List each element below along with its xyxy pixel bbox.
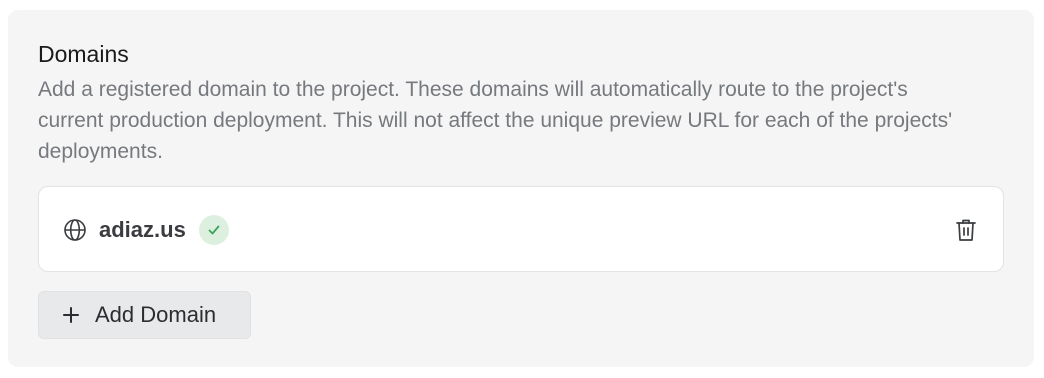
plus-icon	[61, 305, 81, 325]
add-domain-button[interactable]: Add Domain	[38, 291, 251, 339]
section-description: Add a registered domain to the project. …	[38, 78, 953, 163]
delete-domain-button[interactable]	[953, 217, 979, 243]
section-title: Domains	[38, 41, 129, 67]
domains-card: Domains Add a registered domain to the p…	[8, 10, 1034, 367]
domain-row: adiaz.us	[38, 186, 1004, 272]
domain-name[interactable]: adiaz.us	[99, 215, 186, 245]
add-domain-label: Add Domain	[95, 302, 217, 327]
trash-icon	[956, 219, 976, 241]
verified-badge	[199, 215, 229, 245]
globe-icon	[63, 218, 87, 242]
check-icon	[208, 225, 220, 235]
